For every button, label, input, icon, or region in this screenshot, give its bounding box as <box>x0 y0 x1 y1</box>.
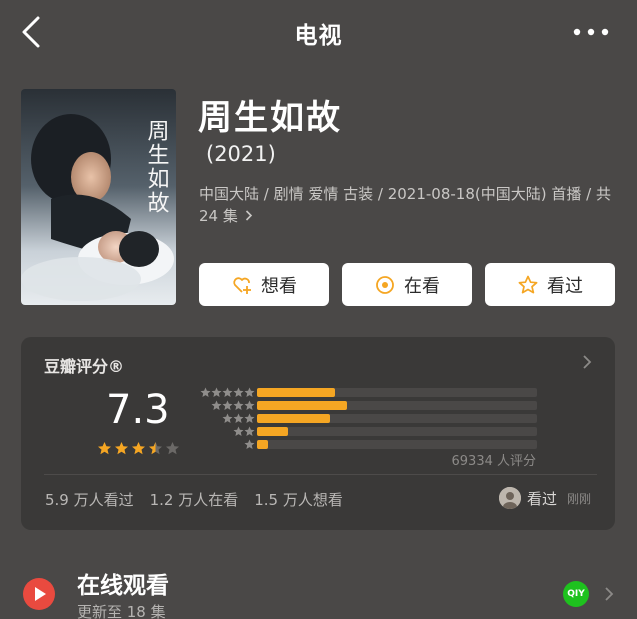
bar-stars <box>244 439 255 450</box>
small-star-icon <box>211 400 222 410</box>
watched-label: 看过 <box>547 275 583 297</box>
poster-image[interactable]: 周生如故 <box>21 89 176 305</box>
bar-stars <box>200 387 255 398</box>
iqiyi-logo-text: QIY <box>567 589 585 599</box>
poster-title-text: 周生如故 <box>144 119 170 215</box>
play-icon <box>23 578 55 610</box>
target-circle-icon <box>376 275 394 294</box>
rating-bar-row <box>191 400 541 411</box>
small-star-icon <box>233 413 244 423</box>
bar-track <box>257 427 537 436</box>
small-star-icon <box>222 387 233 397</box>
small-star-icon <box>244 413 255 423</box>
small-star-icon <box>200 387 211 397</box>
divider <box>44 474 597 475</box>
online-watch-subtitle: 更新至 18 集 <box>77 603 166 619</box>
bar-stars <box>211 400 255 411</box>
watching-label: 在看 <box>404 275 440 297</box>
bar-track <box>257 401 537 410</box>
friend-activity[interactable]: 看过 刚刚 <box>498 487 591 509</box>
rating-stars <box>97 441 180 456</box>
bar-fill <box>257 427 288 436</box>
watched-button[interactable]: 看过 <box>485 263 615 306</box>
bar-track <box>257 388 537 397</box>
movie-year: (2021) <box>206 142 276 166</box>
small-star-icon <box>211 387 222 397</box>
rating-star-icon <box>98 442 111 455</box>
small-star-icon <box>233 387 244 397</box>
chevron-right-icon[interactable] <box>604 586 614 602</box>
bar-fill <box>257 414 330 423</box>
bar-track <box>257 414 537 423</box>
bar-fill <box>257 388 336 397</box>
online-watch-title: 在线观看 <box>77 573 169 599</box>
bar-fill <box>257 440 269 449</box>
small-star-icon <box>244 439 255 449</box>
friend-action: 看过 <box>526 489 557 508</box>
want-to-watch-button[interactable]: 想看 <box>199 263 329 306</box>
rating-bar-row <box>191 426 541 437</box>
rating-star-icon <box>166 442 179 455</box>
small-star-icon <box>233 400 244 410</box>
watch-stats: 5.9 万人看过 1.2 万人在看 1.5 万人想看 <box>45 489 343 510</box>
movie-title: 周生如故 <box>198 98 342 138</box>
bar-track <box>257 440 537 449</box>
rating-star-icon <box>149 442 162 455</box>
iqiyi-icon: QIY <box>563 581 589 607</box>
rating-bar-row <box>191 413 541 424</box>
small-star-icon <box>244 426 255 436</box>
small-star-icon <box>233 426 244 436</box>
bar-fill <box>257 401 347 410</box>
chevron-right-icon[interactable] <box>581 353 593 371</box>
small-star-icon <box>244 387 255 397</box>
watching-count: 1.2 万人在看 <box>149 491 239 509</box>
online-watch-row[interactable]: 在线观看 更新至 18 集 QIY <box>0 560 637 619</box>
top-bar: 电视 <box>0 0 637 66</box>
rating-star-icon <box>132 442 145 455</box>
page-title: 电视 <box>294 23 343 49</box>
more-icon[interactable] <box>571 22 611 42</box>
rating-star-icon <box>115 442 128 455</box>
small-star-icon <box>222 400 233 410</box>
heart-plus-icon <box>233 276 251 294</box>
movie-meta-text: 中国大陆 / 剧情 爱情 古装 / 2021-08-18(中国大陆) 首播 / … <box>199 185 611 225</box>
rating-bar-row <box>191 439 541 450</box>
want-count: 1.5 万人想看 <box>254 491 343 509</box>
star-outline-icon <box>518 275 538 293</box>
watched-count: 5.9 万人看过 <box>45 491 134 509</box>
rating-bar-row <box>191 387 541 398</box>
small-star-icon <box>244 400 255 410</box>
bar-stars <box>233 426 255 437</box>
bar-stars <box>222 413 255 424</box>
rating-card[interactable]: 豆瓣评分® 7.3 69334 人评分 5.9 万人看过 1.2 万人在看 1.… <box>21 337 615 530</box>
movie-meta[interactable]: 中国大陆 / 剧情 爱情 古装 / 2021-08-18(中国大陆) 首播 / … <box>199 183 619 227</box>
watching-button[interactable]: 在看 <box>342 263 472 306</box>
rating-count: 69334 人评分 <box>451 454 537 469</box>
rating-label: 豆瓣评分® <box>44 357 125 376</box>
rating-score: 7.3 <box>106 387 170 433</box>
friend-time: 刚刚 <box>566 491 591 506</box>
avatar <box>498 487 521 509</box>
chevron-right-icon <box>245 210 252 221</box>
small-star-icon <box>222 413 233 423</box>
want-to-watch-label: 想看 <box>261 275 297 297</box>
